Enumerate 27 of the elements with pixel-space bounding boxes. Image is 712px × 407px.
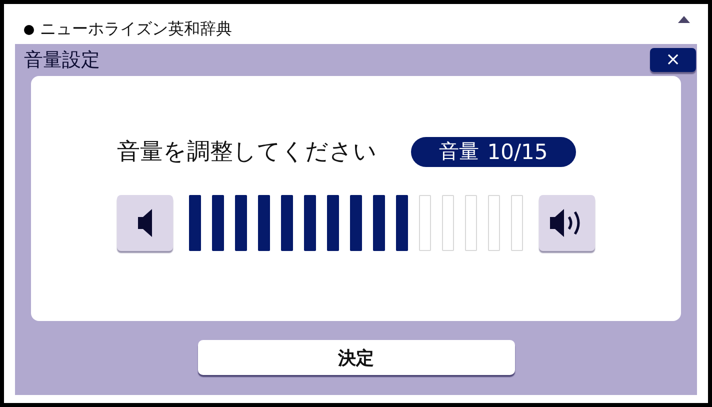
volume-segment[interactable]: [442, 195, 454, 251]
bullet-icon: [24, 24, 34, 34]
volume-segment[interactable]: [419, 195, 431, 251]
volume-segment[interactable]: [304, 195, 316, 251]
volume-segment[interactable]: [396, 195, 408, 251]
volume-segment[interactable]: [189, 195, 201, 251]
volume-segment[interactable]: [258, 195, 270, 251]
scroll-up-icon[interactable]: [678, 16, 690, 23]
volume-value: 10/15: [487, 140, 548, 164]
volume-segment[interactable]: [350, 195, 362, 251]
volume-down-button[interactable]: [117, 195, 173, 251]
volume-segment[interactable]: [212, 195, 224, 251]
volume-label: 音量: [439, 138, 480, 165]
dictionary-title: ニューホライズン英和辞典: [40, 19, 232, 40]
volume-segment[interactable]: [327, 195, 339, 251]
volume-segment[interactable]: [235, 195, 247, 251]
volume-segment[interactable]: [281, 195, 293, 251]
prompt-text: 音量を調整してください: [117, 138, 377, 167]
volume-segment[interactable]: [488, 195, 500, 251]
volume-segment[interactable]: [373, 195, 385, 251]
dialog-title: 音量設定: [24, 48, 100, 73]
close-button[interactable]: ×: [650, 48, 696, 72]
speaker-icon: [138, 209, 152, 237]
confirm-button[interactable]: 決定: [198, 340, 514, 375]
volume-up-button[interactable]: [539, 195, 595, 251]
volume-segment[interactable]: [465, 195, 477, 251]
volume-segment[interactable]: [511, 195, 523, 251]
